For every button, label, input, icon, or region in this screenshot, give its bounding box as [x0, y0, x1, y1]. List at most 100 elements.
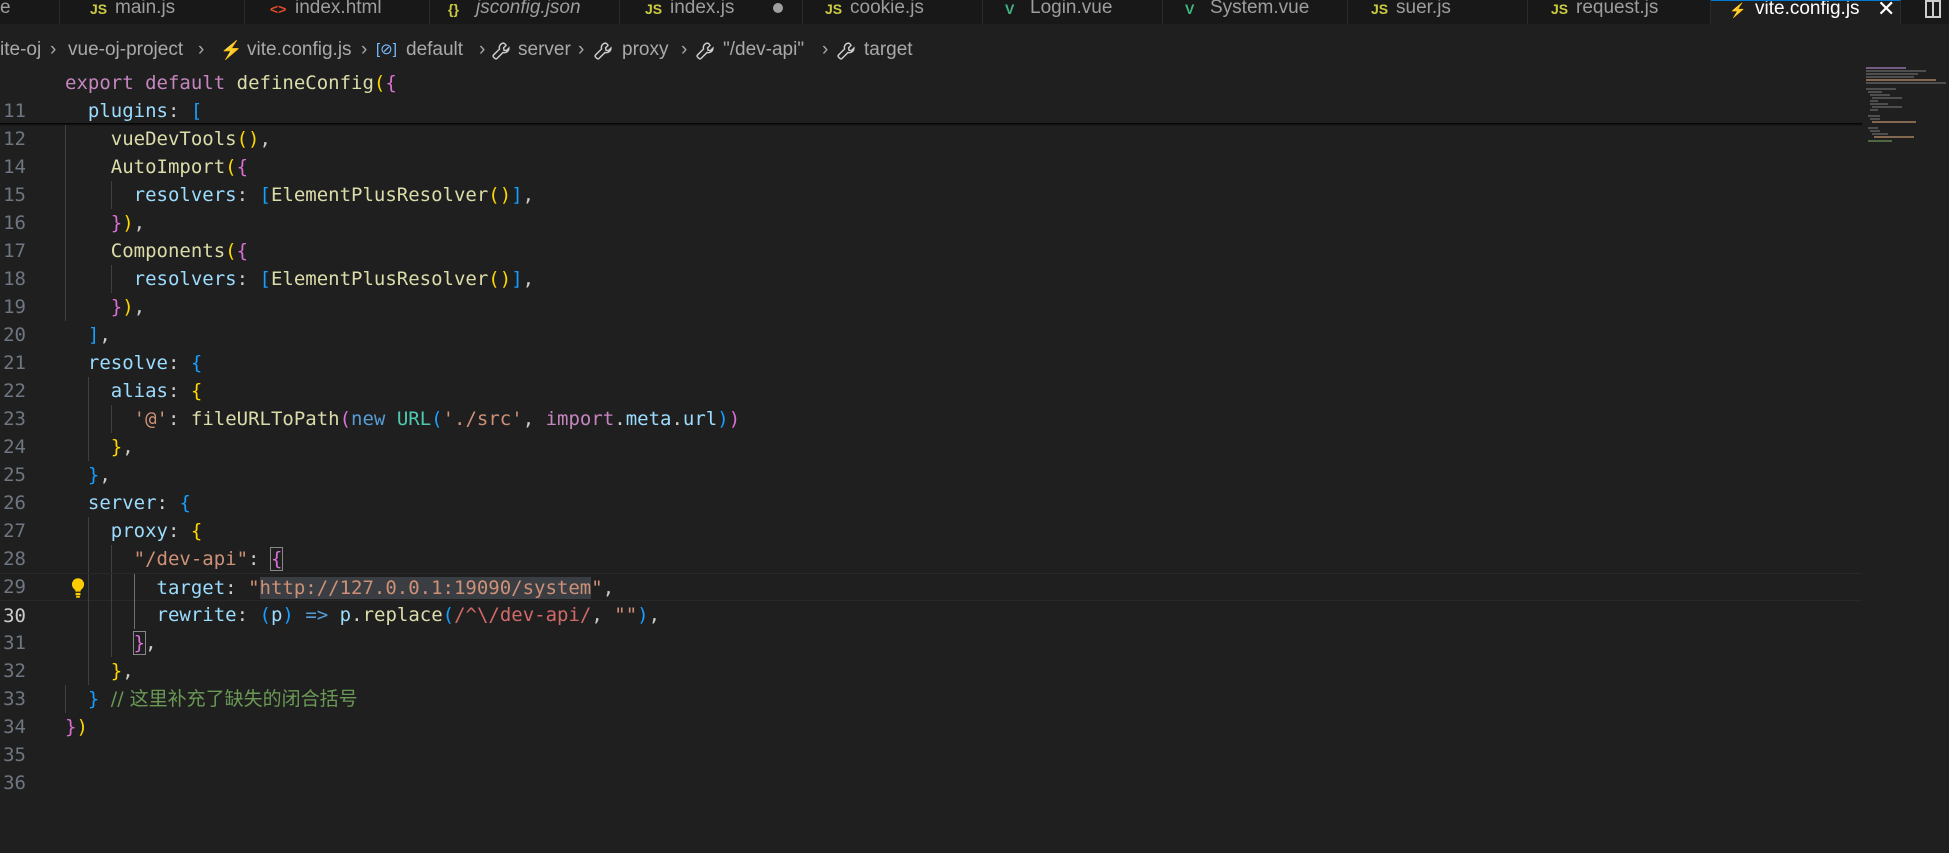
tab-label: index.html — [295, 0, 382, 18]
code-line: 29 "/dev-api": { — [0, 545, 1862, 598]
minimap-line — [1870, 109, 1878, 111]
breadcrumb-separator-icon: › — [198, 39, 205, 60]
tab-label: e — [0, 0, 11, 18]
line-number: 36 — [3, 772, 26, 794]
code-line: 20 }), — [0, 293, 1862, 346]
tab-request-js[interactable]: JS request.js — [1528, 0, 1711, 24]
tab-previous[interactable]: e — [0, 0, 60, 24]
split-editor-icon[interactable] — [1925, 0, 1941, 18]
code-text: resolve: { — [87, 352, 203, 374]
code-line: 14 vueDevTools(), — [0, 125, 1862, 178]
vue-file-icon: V — [1005, 1, 1015, 17]
code-comment: // 这里补充了缺失的闭合括号 — [110, 688, 358, 710]
tab-main-js[interactable]: JS main.js — [60, 0, 245, 24]
code-line: 22 resolve: { — [0, 349, 1862, 402]
code-text: ], — [87, 324, 111, 346]
vite-file-icon: ⚡ — [1729, 2, 1747, 18]
code-text: Components({ — [110, 240, 249, 262]
breadcrumb-separator-icon: › — [50, 39, 57, 60]
minimap-line — [1872, 97, 1902, 99]
code-text: plugins: [ — [87, 100, 203, 122]
breadcrumb-separator-icon: › — [578, 39, 585, 60]
tab-login-vue[interactable]: V Login.vue — [983, 0, 1163, 24]
tab-label: cookie.js — [850, 0, 924, 18]
tab-label: jsconfig.json — [476, 0, 581, 18]
javascript-file-icon: JS — [1551, 1, 1569, 17]
code-line: 11 export default defineConfig({ — [0, 69, 1862, 122]
code-text: }), — [110, 212, 146, 234]
breadcrumb-item-server[interactable]: server — [518, 37, 571, 63]
minimap-line — [1866, 82, 1946, 84]
minimap-line — [1870, 100, 1878, 102]
code-line: 26 }, — [0, 461, 1862, 514]
minimap-line — [1868, 127, 1878, 129]
unsaved-changes-dot-icon[interactable] — [773, 3, 783, 13]
minimap-line — [1874, 136, 1914, 138]
code-line: 23 alias: { — [0, 377, 1862, 430]
breadcrumb-item-vue-oj-project[interactable]: vue-oj-project — [68, 37, 183, 63]
code-line: 18 Components({ — [0, 237, 1862, 290]
code-text: }), — [110, 296, 146, 318]
code-text: }, — [132, 631, 157, 655]
breadcrumb-item-vite-config[interactable]: vite.config.js — [247, 37, 352, 63]
breadcrumb-separator-icon: › — [822, 39, 829, 60]
minimap-line — [1872, 106, 1902, 108]
minimap-line — [1866, 70, 1926, 72]
code-line: 28 proxy: { — [0, 517, 1862, 570]
tab-label: System.vue — [1210, 0, 1310, 18]
javascript-file-icon: JS — [645, 1, 663, 17]
code-line: 19 resolvers: [ElementPlusResolver()], — [0, 265, 1862, 318]
code-text: resolvers: [ElementPlusResolver()], — [133, 184, 535, 206]
tab-cookie-js[interactable]: JS cookie.js — [803, 0, 983, 24]
code-line: 16 resolvers: [ElementPlusResolver()], — [0, 181, 1862, 234]
code-text: "/dev-api": { — [133, 547, 284, 571]
code-line-current: 30 target: "http://127.0.0.1:19090/syste… — [0, 573, 1862, 627]
code-line: 32 }, — [0, 629, 1862, 682]
wrench-icon — [696, 41, 714, 67]
code-text: } // 这里补充了缺失的闭合括号 — [87, 688, 358, 710]
selected-url-text: http://127.0.0.1:19090/system — [259, 577, 592, 599]
tab-index-js[interactable]: JS index.js — [620, 0, 803, 24]
minimap-line — [1866, 88, 1896, 90]
code-line: 34 } // 这里补充了缺失的闭合括号 — [0, 685, 1862, 738]
tab-index-html[interactable]: <> index.html — [245, 0, 430, 24]
minimap-line — [1870, 118, 1880, 120]
code-line: 27 server: { — [0, 489, 1862, 542]
code-line: 24 '@': fileURLToPath(new URL('./src', i… — [0, 405, 1862, 458]
code-line: 12 plugins: [ — [0, 97, 1862, 150]
minimap[interactable] — [1862, 63, 1949, 143]
minimap-line — [1872, 121, 1916, 123]
code-text: AutoImport({ — [110, 156, 249, 178]
code-line: 35 }) — [0, 713, 1862, 766]
code-text: }, — [110, 660, 134, 682]
breadcrumb-item-target[interactable]: target — [864, 37, 913, 63]
tab-label: index.js — [670, 0, 735, 18]
tab-suer-js[interactable]: JS suer.js — [1348, 0, 1528, 24]
breadcrumb-item-ite-oj[interactable]: ite-oj — [0, 37, 41, 63]
minimap-line — [1870, 130, 1880, 132]
tab-jsconfig-json[interactable]: {} jsconfig.json — [430, 0, 620, 24]
code-text: export default defineConfig({ — [65, 72, 397, 94]
minimap-line — [1866, 76, 1914, 78]
tab-label: Login.vue — [1030, 0, 1113, 18]
tab-vite-config-js[interactable]: ⚡ vite.config.js ✕ — [1711, 0, 1901, 24]
wrench-icon — [492, 41, 510, 67]
minimap-line — [1868, 115, 1880, 117]
minimap-line — [1868, 91, 1882, 93]
wrench-icon — [594, 41, 612, 67]
tab-system-vue[interactable]: V System.vue — [1163, 0, 1348, 24]
breadcrumb-separator-icon: › — [479, 39, 486, 60]
breadcrumb-item-dev-api[interactable]: "/dev-api" — [723, 37, 804, 63]
breadcrumb-item-proxy[interactable]: proxy — [622, 37, 668, 63]
code-line: 33 }, — [0, 657, 1862, 710]
code-line: 21 ], — [0, 321, 1862, 374]
code-text: }, — [110, 436, 134, 458]
breadcrumb: ite-oj › vue-oj-project › ⚡ vite.config.… — [0, 37, 1949, 63]
code-text: vueDevTools(), — [110, 128, 271, 150]
javascript-file-icon: JS — [825, 1, 843, 17]
code-text: '@': fileURLToPath(new URL('./src', impo… — [133, 408, 741, 430]
breadcrumb-item-default[interactable]: default — [406, 37, 463, 63]
code-line: 17 }), — [0, 209, 1862, 262]
code-editor[interactable]: 11 export default defineConfig({ 12 plug… — [0, 69, 1949, 794]
close-tab-icon[interactable]: ✕ — [1877, 1, 1895, 20]
